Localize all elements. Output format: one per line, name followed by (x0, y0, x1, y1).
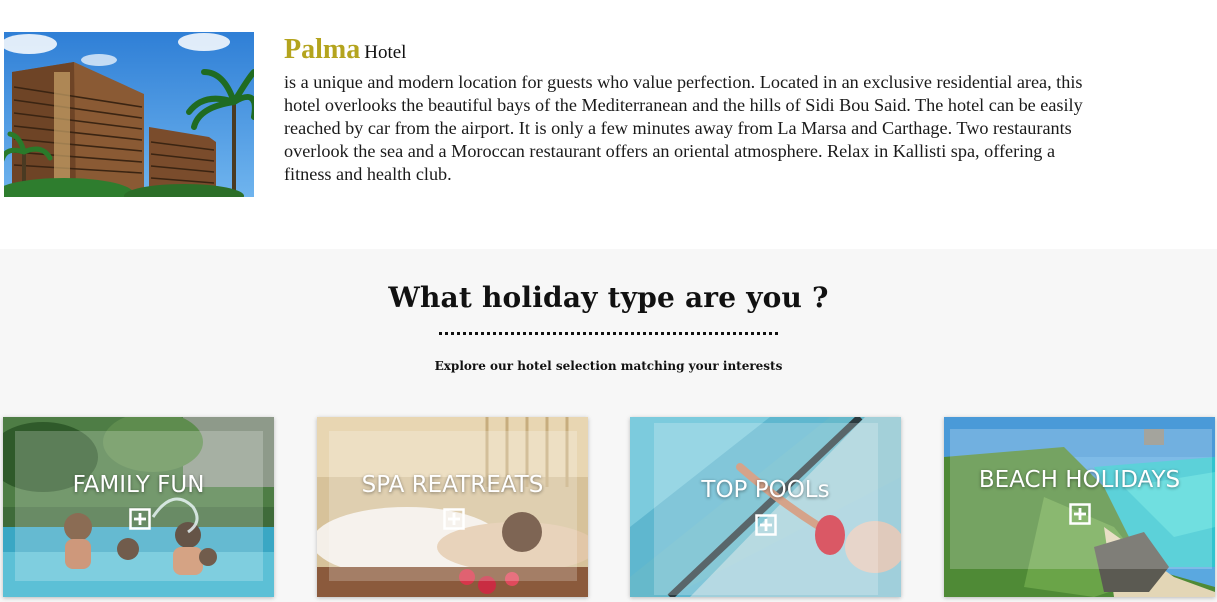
card-label: FAMILY FUN (72, 472, 205, 498)
holiday-card-beach-holidays[interactable]: BEACH HOLIDAYS (944, 417, 1215, 597)
holiday-card-top-pools[interactable]: TOP POOLs (630, 417, 901, 597)
dotted-divider (439, 332, 778, 335)
plus-square-icon[interactable] (129, 508, 151, 530)
hotel-suffix: Hotel (364, 42, 407, 63)
hotel-photo (4, 32, 254, 197)
hotel-description-block: Palma Hotel is a unique and modern locati… (284, 33, 1104, 186)
card-label: SPA REATREATS (361, 472, 544, 498)
card-overlay (654, 423, 878, 595)
plus-square-icon[interactable] (1069, 503, 1091, 525)
hotel-heading: Palma Hotel (284, 33, 1104, 71)
holiday-card-spa-retreats[interactable]: SPA REATREATS (317, 417, 588, 597)
card-label: BEACH HOLIDAYS (978, 467, 1181, 493)
hotel-intro-section: Palma Hotel is a unique and modern locati… (0, 0, 1217, 249)
plus-square-icon[interactable] (443, 508, 465, 530)
holiday-section-title: What holiday type are you ? (388, 281, 829, 314)
card-label: TOP POOLs (701, 477, 830, 503)
hotel-name: Palma (284, 34, 361, 65)
holiday-section-subtitle: Explore our hotel selection matching you… (434, 359, 783, 373)
card-overlay (950, 429, 1212, 569)
holiday-card-family-fun[interactable]: FAMILY FUN (3, 417, 274, 597)
plus-square-icon[interactable] (755, 514, 777, 536)
card-overlay (329, 431, 577, 581)
hotel-building-image (4, 32, 254, 197)
card-overlay (15, 431, 263, 581)
hotel-description: is a unique and modern location for gues… (284, 72, 1083, 184)
